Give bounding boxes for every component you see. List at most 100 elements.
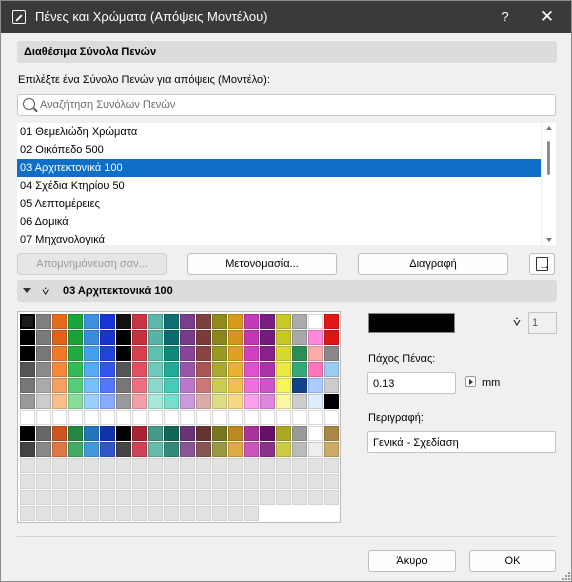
palette-color-cell[interactable]	[196, 346, 211, 361]
palette-color-cell[interactable]	[68, 442, 83, 457]
palette-color-cell[interactable]	[148, 362, 163, 377]
rename-button[interactable]: Μετονομασία...	[187, 253, 337, 275]
palette-color-cell[interactable]	[84, 330, 99, 345]
palette-color-cell[interactable]	[276, 378, 291, 393]
palette-color-cell[interactable]	[180, 426, 195, 441]
palette-color-cell[interactable]	[68, 394, 83, 409]
palette-empty-cell[interactable]	[20, 474, 35, 489]
palette-color-cell[interactable]	[244, 378, 259, 393]
palette-empty-cell[interactable]	[276, 458, 291, 473]
palette-color-cell[interactable]	[148, 314, 163, 329]
palette-color-cell[interactable]	[276, 442, 291, 457]
pen-set-list-item[interactable]: 04 Σχέδια Κτηρίου 50	[17, 177, 541, 195]
palette-color-cell[interactable]	[212, 426, 227, 441]
palette-color-cell[interactable]	[276, 410, 291, 425]
palette-color-cell[interactable]	[164, 442, 179, 457]
palette-empty-cell[interactable]	[52, 458, 67, 473]
palette-empty-cell[interactable]	[132, 458, 147, 473]
palette-color-cell[interactable]	[196, 394, 211, 409]
palette-color-cell[interactable]	[228, 362, 243, 377]
palette-color-cell[interactable]	[228, 410, 243, 425]
palette-empty-cell[interactable]	[308, 474, 323, 489]
palette-color-cell[interactable]	[244, 314, 259, 329]
cancel-button[interactable]: Άκυρο	[368, 550, 456, 572]
palette-empty-cell[interactable]	[100, 490, 115, 505]
palette-color-cell[interactable]	[84, 410, 99, 425]
collapse-triangle-icon[interactable]	[23, 288, 31, 293]
palette-color-cell[interactable]	[100, 314, 115, 329]
palette-empty-cell[interactable]	[100, 458, 115, 473]
palette-color-cell[interactable]	[180, 378, 195, 393]
pen-set-list-scrollbar[interactable]	[542, 123, 556, 245]
palette-empty-cell[interactable]	[84, 490, 99, 505]
palette-empty-cell[interactable]	[308, 458, 323, 473]
palette-color-cell[interactable]	[276, 314, 291, 329]
close-icon[interactable]: ✕	[535, 6, 559, 28]
palette-color-cell[interactable]	[180, 394, 195, 409]
palette-color-cell[interactable]	[196, 442, 211, 457]
palette-color-cell[interactable]	[20, 410, 35, 425]
palette-color-cell[interactable]	[52, 378, 67, 393]
palette-color-cell[interactable]	[244, 330, 259, 345]
palette-empty-cell[interactable]	[228, 506, 243, 521]
palette-color-cell[interactable]	[84, 378, 99, 393]
palette-color-cell[interactable]	[132, 410, 147, 425]
palette-color-cell[interactable]	[132, 426, 147, 441]
palette-empty-cell[interactable]	[324, 474, 339, 489]
palette-empty-cell[interactable]	[260, 474, 275, 489]
palette-color-cell[interactable]	[68, 426, 83, 441]
palette-color-cell[interactable]	[324, 346, 339, 361]
palette-color-cell[interactable]	[212, 410, 227, 425]
pen-set-list-item[interactable]: 07 Μηχανολογικά	[17, 231, 541, 245]
palette-color-cell[interactable]	[148, 394, 163, 409]
palette-empty-cell[interactable]	[148, 474, 163, 489]
palette-color-cell[interactable]	[116, 442, 131, 457]
current-pen-color-swatch[interactable]	[368, 313, 455, 333]
palette-empty-cell[interactable]	[180, 458, 195, 473]
palette-color-cell[interactable]	[52, 442, 67, 457]
palette-empty-cell[interactable]	[84, 458, 99, 473]
palette-color-cell[interactable]	[260, 394, 275, 409]
palette-color-cell[interactable]	[36, 314, 51, 329]
palette-color-cell[interactable]	[228, 426, 243, 441]
palette-color-cell[interactable]	[260, 314, 275, 329]
palette-color-cell[interactable]	[244, 426, 259, 441]
palette-color-cell[interactable]	[292, 442, 307, 457]
palette-color-cell[interactable]	[116, 330, 131, 345]
palette-empty-cell[interactable]	[132, 490, 147, 505]
palette-color-cell[interactable]	[260, 442, 275, 457]
palette-empty-cell[interactable]	[84, 474, 99, 489]
palette-color-cell[interactable]	[68, 330, 83, 345]
palette-color-cell[interactable]	[260, 410, 275, 425]
palette-empty-cell[interactable]	[132, 474, 147, 489]
palette-color-cell[interactable]	[116, 394, 131, 409]
palette-empty-cell[interactable]	[212, 474, 227, 489]
palette-color-cell[interactable]	[212, 378, 227, 393]
scroll-thumb[interactable]	[547, 141, 550, 175]
resize-grip-icon[interactable]	[562, 572, 570, 580]
palette-color-cell[interactable]	[36, 330, 51, 345]
palette-color-cell[interactable]	[228, 442, 243, 457]
palette-color-cell[interactable]	[20, 442, 35, 457]
palette-empty-cell[interactable]	[20, 458, 35, 473]
palette-color-cell[interactable]	[292, 330, 307, 345]
palette-empty-cell[interactable]	[180, 506, 195, 521]
palette-color-cell[interactable]	[116, 426, 131, 441]
pen-set-list[interactable]: 01 Θεμελιώδη Χρώματα 02 Οικόπεδο 500 03 Αρ…	[17, 123, 541, 245]
palette-empty-cell[interactable]	[228, 490, 243, 505]
palette-color-cell[interactable]	[244, 442, 259, 457]
palette-empty-cell[interactable]	[260, 490, 275, 505]
palette-color-cell[interactable]	[52, 410, 67, 425]
palette-empty-cell[interactable]	[180, 490, 195, 505]
palette-color-cell[interactable]	[148, 346, 163, 361]
palette-empty-cell[interactable]	[36, 458, 51, 473]
palette-color-cell[interactable]	[180, 442, 195, 457]
palette-color-cell[interactable]	[308, 362, 323, 377]
palette-color-cell[interactable]	[164, 362, 179, 377]
palette-color-cell[interactable]	[36, 362, 51, 377]
palette-color-cell[interactable]	[84, 442, 99, 457]
palette-empty-cell[interactable]	[116, 506, 131, 521]
palette-color-cell[interactable]	[292, 314, 307, 329]
palette-empty-cell[interactable]	[228, 474, 243, 489]
palette-color-cell[interactable]	[276, 426, 291, 441]
